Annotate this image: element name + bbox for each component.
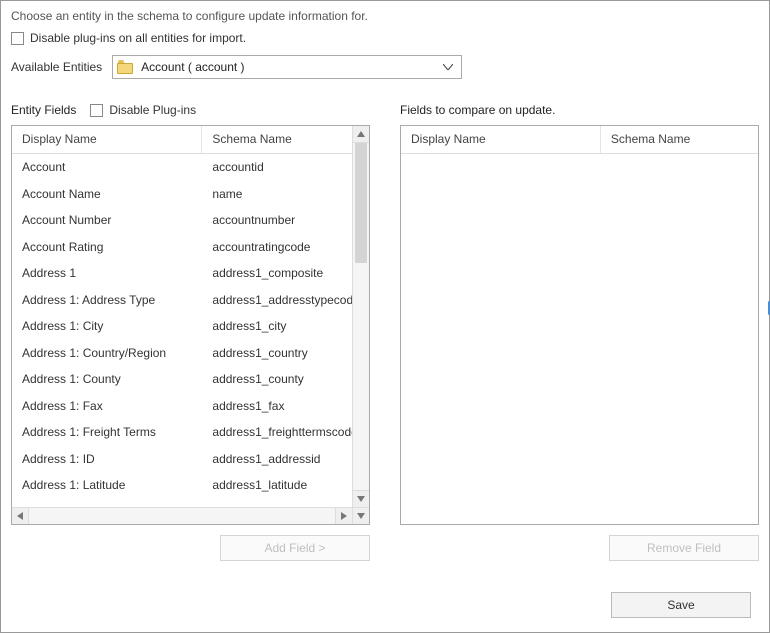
table-row[interactable]: Address 1: Freight Termsaddress1_freight… [12,419,352,446]
cell-display-name: Account Rating [12,240,202,254]
cell-schema-name: address1_fax [202,399,352,413]
scroll-up-icon[interactable] [353,126,369,143]
cell-display-name: Address 1: Fax [12,399,202,413]
cell-display-name: Account Name [12,187,202,201]
cell-schema-name: accountid [202,160,352,174]
compare-fields-header: Fields to compare on update. [400,101,759,119]
chevron-down-icon [439,64,457,70]
cell-schema-name: address1_addressid [202,452,352,466]
folder-icon [117,60,133,74]
vscroll-thumb[interactable] [355,143,367,263]
table-row[interactable]: Address 1: IDaddress1_addressid [12,446,352,473]
cell-schema-name: address1_city [202,319,352,333]
table-row[interactable]: Account Ratingaccountratingcode [12,234,352,261]
remove-field-row: Remove Field [400,535,759,561]
scroll-down-icon[interactable] [353,490,369,507]
disable-all-label: Disable plug-ins on all entities for imp… [30,31,246,45]
table-row[interactable]: Address 1: Countyaddress1_county [12,366,352,393]
vertical-scrollbar[interactable] [352,126,369,524]
cell-schema-name: address1_freighttermscode [202,425,352,439]
entity-fields-header: Entity Fields Disable Plug-ins [11,101,370,119]
add-field-button[interactable]: Add Field > [220,535,370,561]
cell-schema-name: address1_latitude [202,478,352,492]
cell-display-name: Account Number [12,213,202,227]
table-row[interactable]: Address 1: Latitudeaddress1_latitude [12,472,352,499]
table-row[interactable]: Account Numberaccountnumber [12,207,352,234]
entity-fields-column: Entity Fields Disable Plug-ins Display N… [11,101,370,561]
compare-fields-list-header: Display Name Schema Name [401,126,758,154]
scroll-right-icon[interactable] [335,508,352,524]
cell-display-name: Address 1: Address Type [12,293,202,307]
scroll-down-alt-icon[interactable] [353,507,369,524]
disable-plugins-checkbox[interactable] [90,104,103,117]
hscroll-track[interactable] [29,508,335,524]
scroll-left-icon[interactable] [12,508,29,524]
add-field-row: Add Field > [11,535,370,561]
header-display-name[interactable]: Display Name [12,126,202,153]
cell-schema-name: address1_composite [202,266,352,280]
cell-schema-name: address1_country [202,346,352,360]
cell-display-name: Address 1 [12,266,202,280]
save-button[interactable]: Save [611,592,751,618]
header-display-name[interactable]: Display Name [401,126,601,153]
entity-fields-title: Entity Fields [11,103,76,117]
instruction-text: Choose an entity in the schema to config… [11,9,759,23]
cell-schema-name: address1_county [202,372,352,386]
available-entities-row: Available Entities Account ( account ) [11,55,759,79]
cell-display-name: Address 1: County [12,372,202,386]
header-schema-name[interactable]: Schema Name [601,126,758,153]
table-row[interactable]: Account Namename [12,181,352,208]
entity-fields-list-body: AccountaccountidAccount NamenameAccount … [12,154,352,506]
dialog-window: Choose an entity in the schema to config… [0,0,770,633]
table-row[interactable]: Address 1: Cityaddress1_city [12,313,352,340]
header-schema-name[interactable]: Schema Name [202,126,352,153]
entity-fields-list[interactable]: Display Name Schema Name Accountaccounti… [11,125,370,525]
available-entities-label: Available Entities [11,60,102,74]
entity-combobox[interactable]: Account ( account ) [112,55,462,79]
vscroll-track[interactable] [353,143,369,490]
compare-fields-list[interactable]: Display Name Schema Name [400,125,759,525]
table-row[interactable]: Address 1: Faxaddress1_fax [12,393,352,420]
table-row[interactable]: Address 1: Address Typeaddress1_addresst… [12,287,352,314]
entity-fields-list-header: Display Name Schema Name [12,126,352,154]
table-row[interactable]: Address 1address1_composite [12,260,352,287]
columns: Entity Fields Disable Plug-ins Display N… [11,101,759,561]
remove-field-button[interactable]: Remove Field [609,535,759,561]
cell-display-name: Address 1: City [12,319,202,333]
cell-display-name: Address 1: Country/Region [12,346,202,360]
horizontal-scrollbar[interactable] [12,507,352,524]
disable-all-checkbox[interactable] [11,32,24,45]
disable-plugins-label: Disable Plug-ins [109,103,196,117]
entity-combobox-value: Account ( account ) [141,60,439,74]
cell-display-name: Account [12,160,202,174]
disable-all-row: Disable plug-ins on all entities for imp… [11,31,759,45]
cell-schema-name: accountratingcode [202,240,352,254]
cell-display-name: Address 1: Latitude [12,478,202,492]
table-row[interactable]: Accountaccountid [12,154,352,181]
cell-display-name: Address 1: ID [12,452,202,466]
cell-schema-name: accountnumber [202,213,352,227]
cell-schema-name: address1_addresstypecode [202,293,352,307]
cell-display-name: Address 1: Freight Terms [12,425,202,439]
compare-fields-column: Fields to compare on update. Display Nam… [400,101,759,561]
footer: Save [611,592,751,618]
cell-schema-name: name [202,187,352,201]
compare-fields-list-body [401,154,758,506]
table-row[interactable]: Address 1: Country/Regionaddress1_countr… [12,340,352,367]
compare-fields-title: Fields to compare on update. [400,103,555,117]
